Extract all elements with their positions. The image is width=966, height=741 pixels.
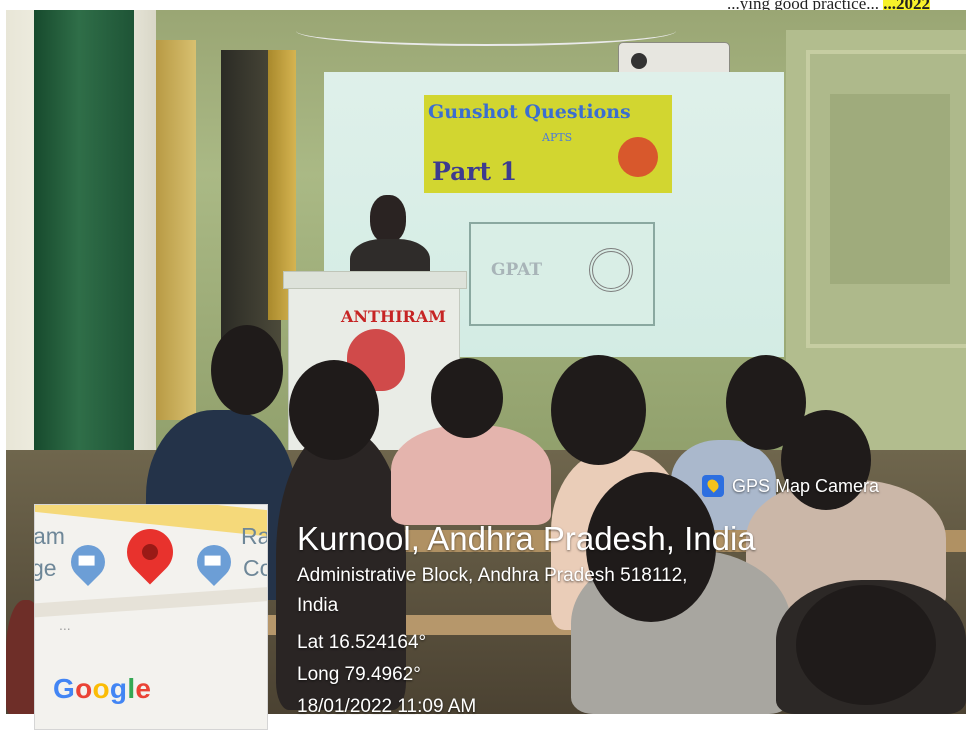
slide-gpat-box: GPAT xyxy=(469,222,655,326)
cartoon-heart-icon xyxy=(618,137,658,177)
map-label: Co xyxy=(243,555,267,581)
podium-top xyxy=(283,271,467,289)
map-ellipsis: ... xyxy=(59,617,71,633)
slide-title-line2: Part 1 xyxy=(432,157,518,186)
ceiling-wire xyxy=(296,16,676,46)
gps-app-name: GPS Map Camera xyxy=(732,475,880,496)
graduation-cap-pin-icon xyxy=(63,537,113,587)
google-logo-letter: o xyxy=(75,673,93,704)
map-label: ge xyxy=(35,555,57,581)
slide-title-line1: Gunshot Questions xyxy=(428,101,631,123)
slide-gpat-text: GPAT xyxy=(491,260,542,280)
location-title: Kurnool, Andhra Pradesh, India xyxy=(297,520,756,557)
google-logo: Google xyxy=(53,673,151,705)
podium-crest-text: ANTHIRAM xyxy=(341,307,446,326)
address-line-1: Administrative Block, Andhra Pradesh 518… xyxy=(297,565,688,586)
target-icon xyxy=(589,248,633,292)
google-logo-letter: o xyxy=(92,673,110,704)
board-panel xyxy=(830,94,950,284)
green-curtain xyxy=(34,10,134,510)
wall-board xyxy=(806,50,966,348)
google-logo-letter: e xyxy=(135,673,152,704)
audience-head xyxy=(431,358,503,438)
photo-frame: ...ying good practice... ...2022 Gunshot… xyxy=(0,0,966,741)
timestamp: 18/01/2022 11:09 AM xyxy=(297,696,477,717)
speaker-head xyxy=(370,195,406,243)
longitude: Long 79.4962° xyxy=(297,664,421,685)
map-label: am xyxy=(34,523,65,549)
audience-head xyxy=(289,360,379,460)
graduation-cap-pin-icon xyxy=(189,537,239,587)
audience-head xyxy=(551,355,646,465)
audience-head xyxy=(796,585,936,705)
latitude: Lat 16.524164° xyxy=(297,632,427,653)
map-pin-icon xyxy=(702,475,724,497)
map-thumbnail: am ge Ra Co ... Google xyxy=(34,504,268,730)
audience-person xyxy=(391,425,551,525)
yellow-curtain xyxy=(156,40,196,420)
audience-head xyxy=(211,325,283,415)
google-logo-letter: g xyxy=(109,673,128,704)
slide-title-block: Gunshot Questions APTS Part 1 xyxy=(424,95,672,193)
address-line-2: India xyxy=(297,595,339,616)
map-label: Ra xyxy=(241,523,268,549)
slide-title-small: APTS xyxy=(542,131,573,144)
google-logo-letter: G xyxy=(53,673,76,704)
gps-map-camera-badge: GPS Map Camera xyxy=(702,472,879,500)
map-road xyxy=(35,585,267,619)
location-pin-icon xyxy=(117,519,183,585)
